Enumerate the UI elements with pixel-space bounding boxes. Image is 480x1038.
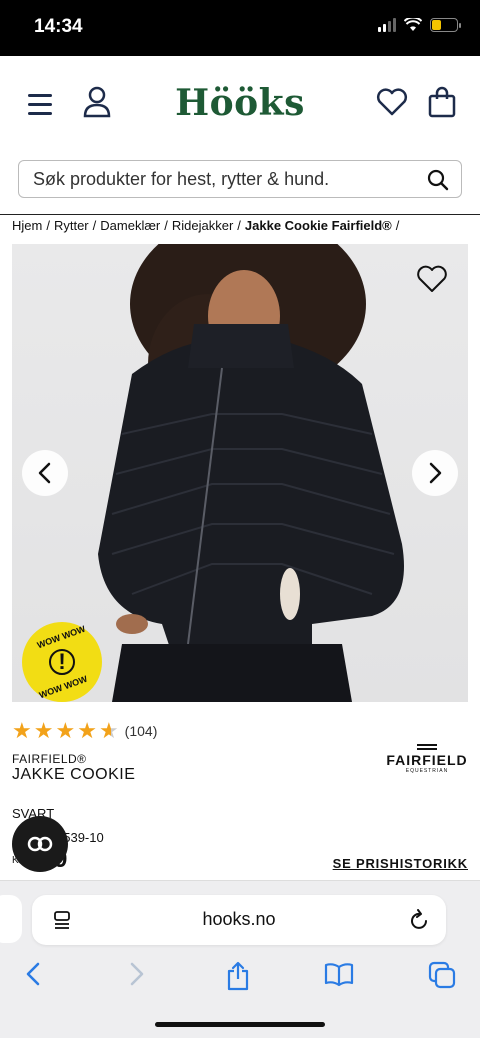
bookmarks-icon[interactable] [324, 961, 354, 987]
half-star-icon: ★ [98, 718, 119, 743]
star-icon: ★ [77, 718, 97, 743]
search-placeholder: Søk produkter for hest, rytter & hund. [33, 168, 330, 189]
site-logo[interactable]: Hööks [0, 82, 480, 124]
search-icon[interactable] [427, 169, 449, 191]
review-count[interactable]: (104) [125, 723, 158, 739]
breadcrumb-ridejakker[interactable]: Ridejakker [172, 218, 233, 233]
search-input[interactable]: Søk produkter for hest, rytter & hund. [18, 160, 462, 198]
breadcrumb-current: Jakke Cookie Fairfield® [244, 218, 392, 233]
status-bar: 14:34 [0, 0, 480, 56]
forward-icon[interactable] [128, 961, 146, 987]
site-header: Hööks [0, 56, 480, 152]
share-icon[interactable] [226, 961, 250, 991]
signal-icon [378, 18, 396, 32]
product-image[interactable]: WOW WOW ! WOW WOW [12, 244, 468, 702]
browser-chrome: hooks.no [0, 880, 480, 1038]
wifi-icon [404, 18, 422, 31]
brand-logo-sub: EQUESTRIAN [405, 768, 449, 774]
star-icon: ★ [55, 718, 76, 743]
wow-badge-top-text: WOW WOW [35, 623, 87, 651]
product-name: JAKKE COOKIE [12, 766, 136, 783]
breadcrumb-home[interactable]: Hjem [12, 218, 42, 233]
favorite-heart-icon[interactable] [416, 264, 448, 294]
breadcrumb-dameklaer[interactable]: Dameklær [100, 218, 160, 233]
header-divider [0, 214, 480, 215]
back-icon[interactable] [24, 961, 42, 987]
reload-icon[interactable] [410, 909, 430, 931]
chevron-left-icon [38, 462, 51, 484]
product-brand[interactable]: FAIRFIELD® [12, 752, 87, 766]
breadcrumb: Hjem / Rytter / Dameklær / Ridejakker / Jakke Co… [12, 218, 400, 233]
status-icons [378, 18, 461, 32]
shopping-bag-icon[interactable] [428, 86, 456, 118]
browser-toolbar [0, 961, 480, 991]
gallery-prev-button[interactable] [22, 450, 68, 496]
status-time: 14:34 [34, 16, 83, 37]
price-history-link[interactable]: SE PRISHISTORIKK [333, 856, 468, 871]
product-rating[interactable]: ★ ★ ★ ★ ★ (104) [12, 720, 157, 742]
chevron-right-icon [429, 462, 442, 484]
brand-logo-name: FAIRFIELD [386, 752, 468, 768]
exclamation-icon: ! [49, 649, 75, 675]
brand-logo-mark [417, 744, 437, 750]
breadcrumb-rytter[interactable]: Rytter [54, 218, 89, 233]
home-indicator [155, 1022, 325, 1027]
wow-badge: WOW WOW ! WOW WOW [22, 622, 102, 702]
chat-icon [27, 836, 53, 852]
star-icon: ★ [12, 718, 32, 743]
chat-button[interactable] [12, 816, 68, 872]
gallery-next-button[interactable] [412, 450, 458, 496]
wishlist-heart-icon[interactable] [376, 88, 408, 116]
battery-icon [430, 18, 461, 32]
wow-badge-bottom-text: WOW WOW [37, 673, 89, 701]
tabs-icon[interactable] [428, 961, 456, 989]
url-text: hooks.no [202, 909, 276, 929]
star-icon: ★ [33, 718, 54, 743]
brand-logo[interactable]: FAIRFIELD EQUESTRIAN [386, 744, 468, 774]
previous-tab-preview[interactable] [0, 895, 22, 943]
address-bar[interactable]: hooks.no [32, 895, 446, 945]
